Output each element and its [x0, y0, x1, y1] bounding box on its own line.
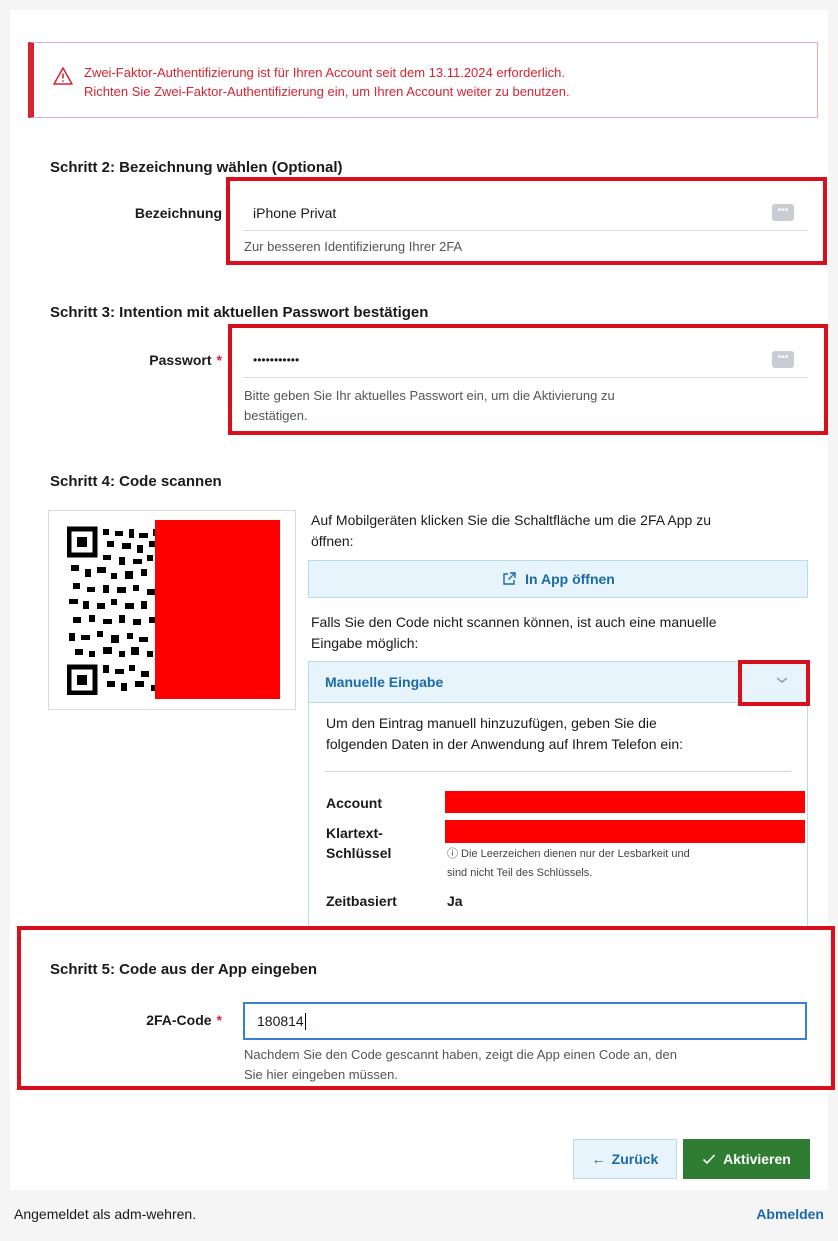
- timebased-label: Zeitbasiert: [326, 893, 397, 909]
- arrow-left-icon: ←: [591, 1151, 606, 1167]
- redacted-qr-area: [155, 520, 280, 699]
- manual-entry-header[interactable]: Manuelle Eingabe: [309, 662, 807, 703]
- key-note-line-1: ⓘ Die Leerzeichen dienen nur der Lesbark…: [447, 848, 690, 860]
- required-marker: *: [216, 352, 222, 368]
- logged-in-status: Angemeldet als adm-wehren.: [14, 1206, 197, 1222]
- redacted-key-value: [445, 820, 805, 843]
- manual-entry-accordion: Manuelle Eingabe Um den Eintrag manuell …: [308, 661, 808, 931]
- annotation-box-step2: [226, 177, 827, 265]
- accordion-divider: [325, 771, 791, 772]
- redacted-account-value: [445, 791, 805, 813]
- activate-button-label: Aktivieren: [723, 1151, 791, 1167]
- qr-code-frame: [48, 510, 296, 710]
- key-label-line-1: Klartext-: [326, 825, 383, 841]
- manual-instructions: Falls Sie den Code nicht scannen können,…: [311, 612, 811, 654]
- alert-line-1: Zwei-Faktor-Authentifizierung ist für Ih…: [84, 65, 565, 80]
- annotation-box-chevron: [738, 660, 810, 706]
- annotation-box-step5: [17, 926, 835, 1090]
- key-label: Klartext- Schlüssel: [326, 823, 391, 863]
- error-alert: Zwei-Faktor-Authentifizierung ist für Ih…: [28, 42, 818, 118]
- bezeichnung-label: Bezeichnung: [134, 205, 222, 221]
- open-in-app-label: In App öffnen: [525, 571, 615, 587]
- warning-icon: [53, 67, 73, 85]
- back-button[interactable]: ← Zurück: [573, 1139, 677, 1179]
- key-label-line-2: Schlüssel: [326, 845, 392, 861]
- alert-line-2: Richten Sie Zwei-Faktor-Authentifizierun…: [84, 84, 570, 99]
- step3-heading: Schritt 3: Intention mit aktuellen Passw…: [50, 304, 429, 321]
- manual-entry-intro-line-1: Um den Eintrag manuell hinzuzufügen, geb…: [326, 715, 657, 731]
- step2-heading: Schritt 2: Bezeichnung wählen (Optional): [50, 159, 343, 176]
- step4-heading: Schritt 4: Code scannen: [50, 473, 222, 490]
- annotation-box-step3: [228, 324, 828, 435]
- passwort-label: Passwort *: [90, 352, 222, 368]
- manual-instructions-line-2: Eingabe möglich:: [311, 635, 419, 651]
- mobile-instructions-line-1: Auf Mobilgeräten klicken Sie die Schaltf…: [311, 512, 712, 528]
- timebased-value: Ja: [447, 893, 463, 909]
- account-label: Account: [326, 795, 382, 811]
- key-note: ⓘ Die Leerzeichen dienen nur der Lesbark…: [447, 845, 690, 883]
- external-link-icon: [503, 572, 516, 585]
- passwort-label-text: Passwort: [149, 352, 212, 368]
- manual-entry-intro-line-2: folgenden Daten in der Anwendung auf Ihr…: [326, 736, 683, 752]
- back-button-label: Zurück: [611, 1151, 659, 1167]
- mobile-instructions: Auf Mobilgeräten klicken Sie die Schaltf…: [311, 510, 811, 552]
- key-note-line-2: sind nicht Teil des Schlüssels.: [447, 867, 593, 879]
- checkmark-icon: [703, 1154, 716, 1165]
- open-in-app-button[interactable]: In App öffnen: [308, 560, 808, 598]
- manual-instructions-line-1: Falls Sie den Code nicht scannen können,…: [311, 614, 717, 630]
- manual-entry-intro: Um den Eintrag manuell hinzuzufügen, geb…: [326, 713, 683, 755]
- manual-entry-title: Manuelle Eingabe: [325, 674, 444, 690]
- logout-link[interactable]: Abmelden: [756, 1206, 824, 1222]
- activate-button[interactable]: Aktivieren: [683, 1139, 810, 1179]
- mobile-instructions-line-2: öffnen:: [311, 533, 354, 549]
- alert-text: Zwei-Faktor-Authentifizierung ist für Ih…: [84, 63, 570, 101]
